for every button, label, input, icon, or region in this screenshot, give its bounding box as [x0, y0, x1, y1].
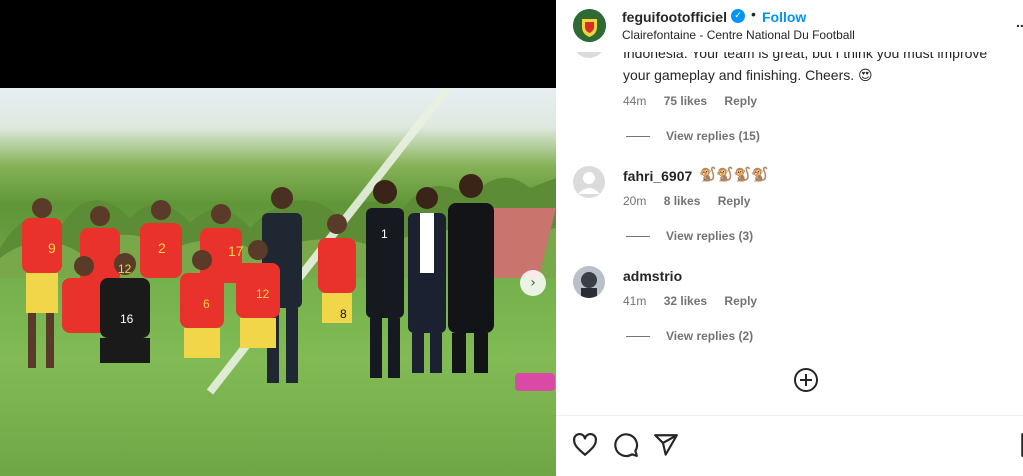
- players-group: 9 2 17 8 1 16 6 12 12: [22, 174, 555, 391]
- carousel-next-icon[interactable]: ›: [520, 270, 546, 296]
- comment-meta: 41m 32 likes Reply: [623, 294, 771, 308]
- comment-likes[interactable]: 75 likes: [664, 94, 707, 108]
- comment-avatar[interactable]: [573, 52, 605, 58]
- jersey-number: 8: [340, 307, 347, 321]
- view-replies-label: View replies (2): [666, 329, 754, 343]
- reply-button[interactable]: Reply: [724, 94, 757, 108]
- user-photo-icon: [573, 266, 605, 298]
- comment-emoji: 😍: [858, 67, 873, 83]
- default-avatar-icon: [573, 166, 605, 198]
- jersey-number: 16: [120, 312, 134, 326]
- player-figure: 2: [140, 200, 182, 278]
- comment-likes[interactable]: 8 likes: [664, 194, 701, 208]
- post-location[interactable]: Clairefontaine - Centre National Du Foot…: [622, 28, 855, 42]
- comment-emoji: 🐒🐒🐒🐒: [699, 166, 769, 182]
- post-actions: [556, 416, 1023, 476]
- player-figure: 9: [22, 198, 62, 368]
- view-replies-label: View replies (3): [666, 229, 754, 243]
- comment-username[interactable]: fahri_6907: [623, 168, 692, 184]
- header-separator: •: [751, 6, 756, 22]
- comment-time[interactable]: 44m: [623, 94, 646, 108]
- jersey-number: 12: [118, 262, 132, 276]
- comment-time[interactable]: 41m: [623, 294, 646, 308]
- jersey-number: 12: [256, 287, 270, 301]
- share-icon[interactable]: [653, 432, 679, 458]
- comment-body: your gameplay and finishing. Cheers.: [623, 67, 855, 83]
- reply-button[interactable]: Reply: [718, 194, 751, 208]
- replies-line: [626, 235, 650, 237]
- jersey-number: 9: [48, 240, 56, 256]
- official-figure: [448, 174, 494, 373]
- view-replies-button[interactable]: View replies (2): [626, 329, 753, 343]
- comment-meta: 44m 75 likes Reply: [623, 94, 771, 108]
- comment-avatar[interactable]: [573, 266, 605, 298]
- comment-username[interactable]: admstrio: [623, 268, 682, 284]
- comment-avatar[interactable]: [573, 166, 605, 198]
- verified-badge-icon: ✓: [731, 9, 745, 23]
- comment-text: your gameplay and finishing. Cheers. 😍: [623, 66, 1013, 84]
- official-figure: 1: [366, 180, 404, 378]
- jersey-number: 6: [203, 297, 210, 311]
- federation-logo-icon: [573, 9, 606, 42]
- account-username[interactable]: feguifootofficiel: [622, 9, 727, 25]
- view-replies-button[interactable]: View replies (15): [626, 129, 760, 143]
- comment-text-partial: Indonesia. Your team is great, but I thi…: [623, 52, 988, 61]
- more-options-icon[interactable]: ...: [1016, 14, 1023, 30]
- pink-bag: [515, 373, 555, 391]
- jersey-number: 1: [381, 227, 388, 241]
- save-bookmark-icon[interactable]: [1018, 432, 1023, 458]
- jersey-number: 2: [158, 240, 166, 256]
- post-media: 9 2 17 8 1 16 6 12 12 ›: [0, 0, 556, 476]
- team-photo: 9 2 17 8 1 16 6 12 12: [0, 88, 556, 476]
- view-replies-button[interactable]: View replies (3): [626, 229, 753, 243]
- post-panel: feguifootofficiel ✓ • Follow Clairefonta…: [556, 0, 1023, 476]
- post-header: feguifootofficiel ✓ • Follow Clairefonta…: [556, 0, 1023, 52]
- load-more-plus-icon[interactable]: [794, 368, 818, 392]
- replies-line: [626, 335, 650, 337]
- heart-icon[interactable]: [572, 432, 598, 458]
- follow-button[interactable]: Follow: [762, 9, 806, 25]
- jersey-number: 17: [228, 243, 244, 259]
- comments-list: Indonesia. Your team is great, but I thi…: [556, 52, 1023, 415]
- comment-meta: 20m 8 likes Reply: [623, 194, 764, 208]
- official-figure: [408, 187, 446, 373]
- account-avatar[interactable]: [573, 9, 606, 42]
- replies-line: [626, 135, 650, 137]
- comment-icon[interactable]: [613, 432, 639, 458]
- view-replies-label: View replies (15): [666, 129, 760, 143]
- comment-likes[interactable]: 32 likes: [664, 294, 707, 308]
- reply-button[interactable]: Reply: [724, 294, 757, 308]
- comment-time[interactable]: 20m: [623, 194, 646, 208]
- player-figure: 8: [318, 214, 356, 323]
